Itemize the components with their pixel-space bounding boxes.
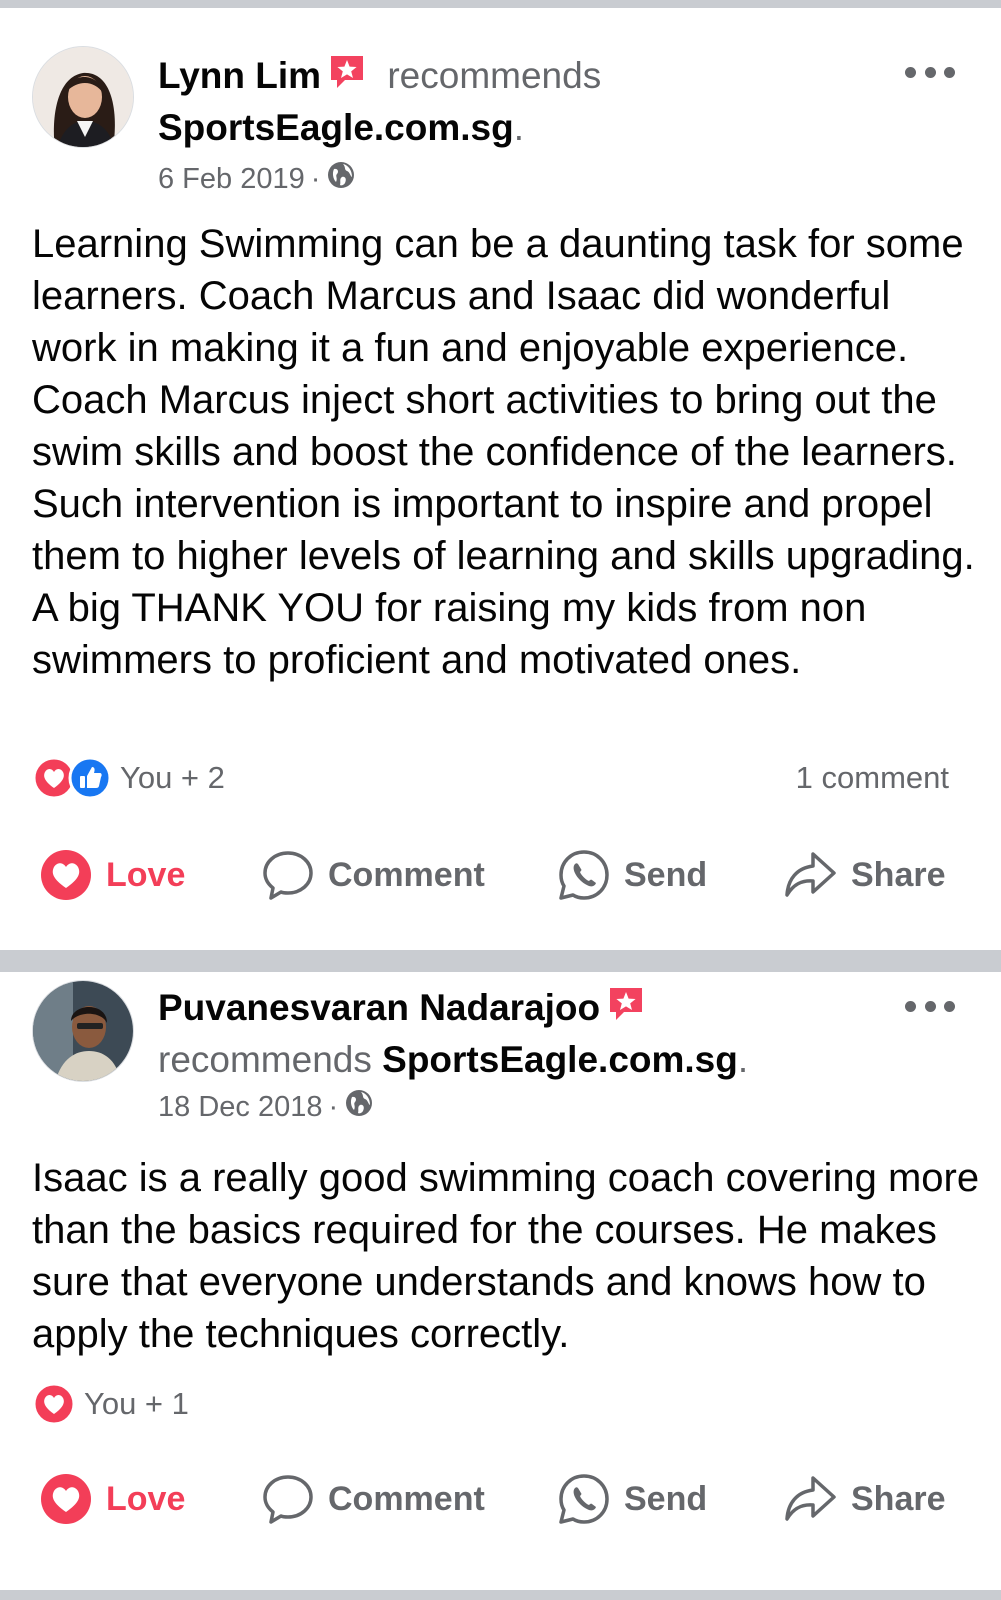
date-separator: ·	[310, 162, 321, 195]
reaction-icons	[32, 1382, 76, 1426]
send-label: Send	[624, 1479, 708, 1518]
love-icon	[41, 1474, 91, 1524]
header-line-1: Puvanesvaran Nadarajoo	[158, 984, 858, 1036]
reaction-count: You + 2	[120, 760, 225, 795]
reactions-bar: You + 1	[32, 1382, 949, 1426]
comment-count[interactable]: 1 comment	[796, 760, 949, 796]
recommends-text: recommends	[387, 55, 602, 96]
bottom-divider	[0, 1590, 1001, 1600]
period: .	[737, 1039, 749, 1080]
more-options-icon[interactable]	[905, 64, 955, 80]
post-meta: 6 Feb 2019 ·	[158, 160, 356, 198]
top-divider	[0, 0, 1001, 8]
send-button[interactable]: Send	[558, 840, 707, 910]
post-header: Lynn Lim recommends SportsEagle.com.sg.	[158, 52, 858, 152]
whatsapp-icon	[559, 1474, 609, 1524]
header-line-2: SportsEagle.com.sg.	[158, 104, 858, 152]
globe-icon	[326, 160, 356, 198]
recommends-text: recommends	[158, 1039, 372, 1080]
share-button[interactable]: Share	[783, 840, 946, 910]
header-line-1: Lynn Lim recommends	[158, 52, 858, 104]
share-icon	[785, 852, 836, 897]
post-meta: 18 Dec 2018 ·	[158, 1088, 374, 1126]
like-icon	[68, 756, 112, 800]
recommendation-post: Lynn Lim recommends SportsEagle.com.sg. …	[0, 8, 1001, 950]
share-label: Share	[851, 855, 946, 894]
send-label: Send	[624, 855, 708, 894]
post-header: Puvanesvaran Nadarajoo recommends Sports…	[158, 984, 858, 1084]
recommendation-post: Puvanesvaran Nadarajoo recommends Sports…	[0, 972, 1001, 1600]
love-label: Love	[106, 855, 186, 894]
recommendation-badge-icon	[327, 52, 367, 104]
author-name[interactable]: Lynn Lim	[158, 55, 321, 96]
reactions-summary[interactable]: You + 2	[32, 756, 225, 800]
comment-label: Comment	[328, 1479, 485, 1518]
love-icon	[32, 1382, 76, 1426]
action-bar: Love Comment Send Share	[0, 840, 1001, 910]
recommendation-badge-icon	[606, 984, 646, 1036]
reactions-bar: You + 2 1 comment	[32, 756, 949, 800]
page-link[interactable]: SportsEagle.com.sg	[158, 107, 514, 148]
comment-label: Comment	[328, 855, 485, 894]
author-name[interactable]: Puvanesvaran Nadarajoo	[158, 987, 600, 1028]
share-button[interactable]: Share	[783, 1464, 946, 1534]
whatsapp-icon	[559, 850, 609, 900]
date-separator: ·	[328, 1090, 339, 1123]
reactions-summary[interactable]: You + 1	[32, 1382, 189, 1426]
love-button[interactable]: Love	[40, 1464, 185, 1534]
love-button[interactable]: Love	[40, 840, 185, 910]
action-bar: Love Comment Send Share	[0, 1464, 1001, 1534]
share-label: Share	[851, 1479, 946, 1518]
post-date[interactable]: 18 Dec 2018	[158, 1091, 322, 1124]
comment-button[interactable]: Comment	[262, 840, 485, 910]
globe-icon	[344, 1088, 374, 1126]
comment-icon	[263, 1475, 313, 1524]
more-options-icon[interactable]	[905, 998, 955, 1014]
post-divider	[0, 950, 1001, 972]
reaction-count: You + 1	[84, 1386, 189, 1421]
share-icon	[785, 1476, 836, 1521]
comment-button[interactable]: Comment	[262, 1464, 485, 1534]
period: .	[513, 107, 524, 148]
post-body: Learning Swimming can be a daunting task…	[32, 222, 975, 682]
avatar[interactable]	[32, 980, 134, 1082]
page-link[interactable]: SportsEagle.com.sg	[382, 1039, 738, 1080]
avatar[interactable]	[32, 46, 134, 148]
header-line-2: recommends SportsEagle.com.sg.	[158, 1036, 858, 1084]
love-label: Love	[106, 1479, 186, 1518]
love-icon	[41, 850, 91, 900]
reaction-icons	[32, 756, 112, 800]
send-button[interactable]: Send	[558, 1464, 707, 1534]
comment-icon	[263, 851, 313, 900]
post-date[interactable]: 6 Feb 2019	[158, 163, 305, 196]
post-body: Isaac is a really good swimming coach co…	[32, 1156, 980, 1356]
